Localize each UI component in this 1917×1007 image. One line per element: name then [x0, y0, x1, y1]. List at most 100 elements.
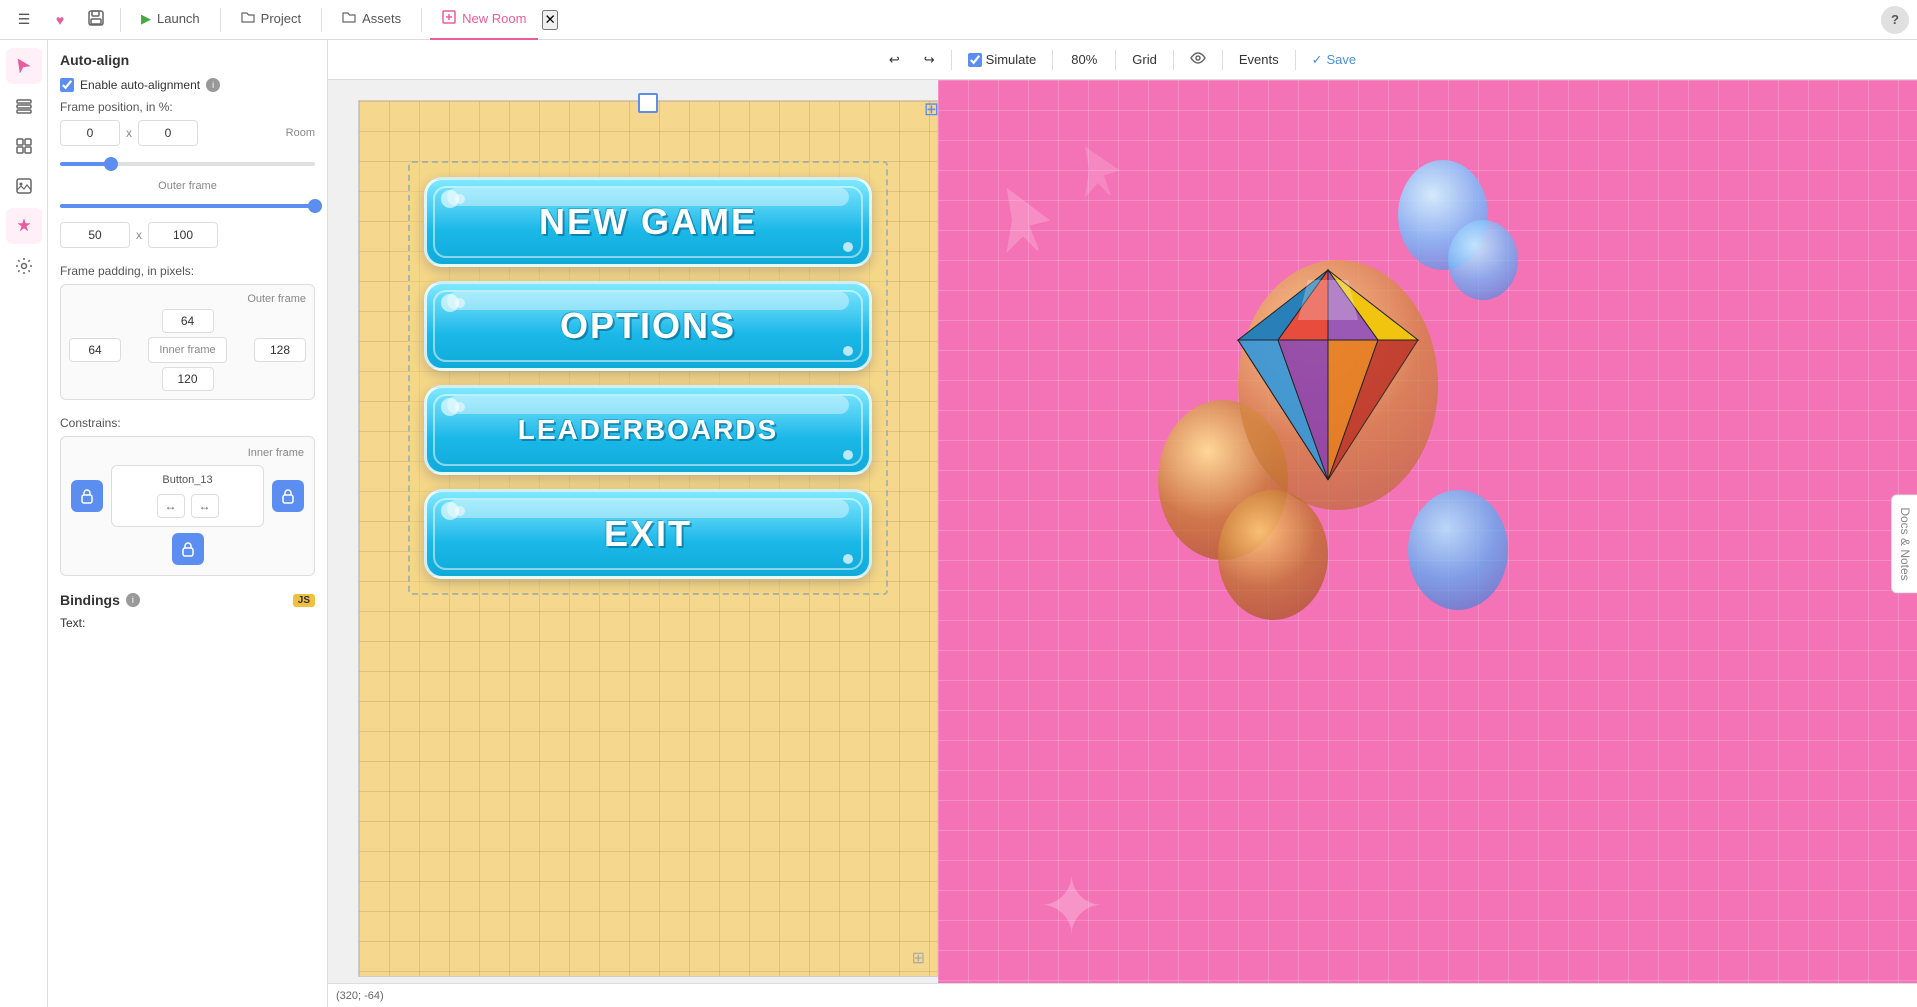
pos-y-input[interactable]: 0 [138, 120, 198, 146]
slider-thumb[interactable] [104, 157, 118, 171]
save-label: Save [1327, 52, 1357, 67]
events-label: Events [1239, 52, 1279, 67]
enable-auto-alignment-row: Enable auto-alignment i [60, 78, 315, 92]
topbar-divider-1 [120, 8, 121, 32]
undo-icon: ↩ [889, 52, 900, 68]
simulate-checkbox[interactable] [968, 53, 982, 67]
image-button[interactable] [6, 168, 42, 204]
new-room-close-button[interactable]: ✕ [542, 10, 557, 30]
leaderboards-button[interactable]: LEADERBOARDS [424, 385, 872, 475]
padding-right-input[interactable]: 128 [254, 338, 306, 362]
assets-tab[interactable]: Assets [330, 0, 413, 40]
button-box: Button_13 ↔ ↔ [111, 465, 264, 527]
magic-button[interactable] [6, 208, 42, 244]
sidebar-icons [0, 40, 48, 1007]
pos-x-input[interactable]: 0 [60, 120, 120, 146]
docs-notes-tab[interactable]: Docs & Notes [1891, 494, 1917, 593]
enable-auto-alignment-label: Enable auto-alignment [80, 78, 200, 92]
enable-auto-alignment-checkbox[interactable] [60, 78, 74, 92]
preview-button[interactable] [1182, 46, 1214, 74]
width-input[interactable]: 50 [60, 222, 130, 248]
new-room-tab[interactable]: New Room [430, 0, 538, 40]
canvas-handle-top[interactable] [638, 93, 658, 113]
resize-handle[interactable]: ⊞ [924, 99, 939, 120]
button-dot-tl2 [455, 194, 465, 204]
save-button[interactable]: ✓ Save [1304, 46, 1365, 74]
project-tab[interactable]: Project [229, 0, 313, 40]
launch-tab[interactable]: ▶ Launch [129, 0, 212, 40]
settings-button[interactable] [6, 248, 42, 284]
heart-button[interactable]: ♥ [44, 4, 76, 36]
game-canvas: ⊞ NEW GAME [358, 100, 938, 977]
undo-button[interactable]: ↩ [881, 46, 908, 74]
wh-separator: x [136, 228, 142, 242]
toolbar-divider-6 [1295, 50, 1296, 70]
components-button[interactable] [6, 128, 42, 164]
padding-left-input[interactable]: 64 [69, 338, 121, 362]
deco-cursor-2 [1078, 140, 1138, 205]
simulate-label[interactable]: Simulate [960, 46, 1045, 74]
cursor-tool-button[interactable] [6, 48, 42, 84]
options-button[interactable]: OPTIONS [424, 281, 872, 371]
frame-position-label: Frame position, in %: [60, 100, 315, 114]
frame-padding-section: Frame padding, in pixels: Outer frame 64… [60, 264, 315, 400]
grid-button[interactable]: Grid [1124, 46, 1165, 74]
bindings-info-icon[interactable]: i [126, 593, 140, 607]
auto-align-info-icon[interactable]: i [206, 78, 220, 92]
toolbar-divider-4 [1173, 50, 1174, 70]
zoom-level: 80% [1071, 52, 1097, 67]
zoom-button[interactable]: 80% [1061, 46, 1107, 74]
play-icon: ▶ [141, 11, 151, 27]
gemstone-artwork [1138, 160, 1518, 640]
pos-x-separator: x [126, 126, 132, 140]
right-area: ✦ [938, 80, 1917, 1007]
new-game-button[interactable]: NEW GAME [424, 177, 872, 267]
padding-top-input[interactable]: 64 [162, 309, 214, 333]
button-inner-border [433, 186, 863, 258]
button-name-label: Button_13 [162, 474, 212, 486]
right-lock-button[interactable] [272, 480, 304, 512]
constrains-top-row: Button_13 ↔ ↔ [71, 465, 304, 527]
height-input[interactable]: 100 [148, 222, 218, 248]
bottom-lock-button[interactable] [172, 533, 204, 565]
button-dot-br [843, 242, 853, 252]
align-right-button[interactable]: ↔ [191, 494, 219, 518]
layers-button[interactable] [6, 88, 42, 124]
slider-fill-2 [60, 204, 315, 208]
coordinates-display: (320; -64) [336, 990, 384, 1002]
heart-icon: ♥ [56, 12, 64, 28]
save-icon-button[interactable] [80, 4, 112, 36]
bindings-section: Bindings i JS Text: [60, 592, 315, 632]
menu-button[interactable]: ☰ [8, 4, 40, 36]
bindings-text-label: Text: [60, 616, 85, 630]
star-deco: ✦ [1038, 867, 1105, 947]
gem-diamond [1218, 260, 1438, 510]
save-check-icon: ✓ [1312, 52, 1323, 68]
events-button[interactable]: Events [1231, 46, 1287, 74]
bindings-header: Bindings i JS [60, 592, 315, 608]
toolbar-divider-2 [1052, 50, 1053, 70]
toolbar-divider-3 [1115, 50, 1116, 70]
exit-dot-tl2 [455, 506, 465, 516]
wh-row: 50 x 100 [60, 222, 315, 248]
status-bar: (320; -64) [328, 983, 1917, 1007]
exit-button[interactable]: EXIT [424, 489, 872, 579]
canvas-content: ⊞ NEW GAME [328, 80, 1917, 1007]
lb-inner-border [433, 394, 863, 466]
outer-frame-sublabel: Outer frame [60, 180, 315, 192]
topbar-right: ? [1881, 6, 1909, 34]
assets-icon [342, 10, 356, 27]
padding-outer-frame-label: Outer frame [69, 293, 306, 305]
slider-thumb-2[interactable] [308, 199, 322, 213]
constrains-label: Constrains: [60, 416, 315, 430]
lb-dot-tl2 [455, 402, 465, 412]
toolbar-divider-5 [1222, 50, 1223, 70]
padding-bottom-input[interactable]: 120 [162, 367, 214, 391]
redo-button[interactable]: ↪ [916, 46, 943, 74]
game-menu-panel: NEW GAME OPTIONS [408, 161, 888, 595]
help-button[interactable]: ? [1881, 6, 1909, 34]
left-lock-button[interactable] [71, 480, 103, 512]
auto-align-title: Auto-align [60, 52, 315, 68]
align-left-button[interactable]: ↔ [157, 494, 185, 518]
js-badge: JS [293, 594, 315, 607]
